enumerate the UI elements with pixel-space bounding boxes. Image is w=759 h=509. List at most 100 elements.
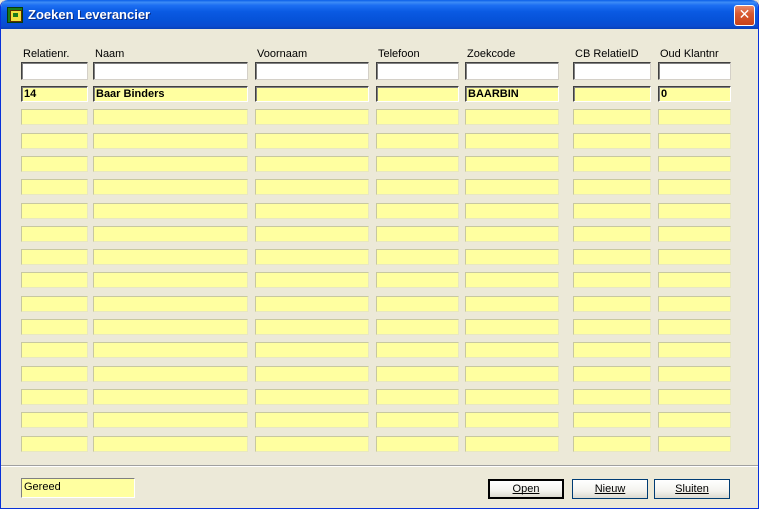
table-cell[interactable] <box>376 272 459 288</box>
close-button[interactable]: Sluiten <box>654 479 730 499</box>
table-cell[interactable] <box>93 366 248 382</box>
table-cell[interactable] <box>376 156 459 172</box>
table-cell[interactable] <box>255 179 369 195</box>
filter-input[interactable] <box>573 62 651 80</box>
table-cell[interactable] <box>573 156 651 172</box>
table-cell[interactable] <box>658 296 731 312</box>
table-cell[interactable] <box>255 133 369 149</box>
table-cell[interactable]: Baar Binders <box>93 86 248 102</box>
table-cell[interactable] <box>21 436 88 452</box>
table-cell[interactable] <box>465 203 559 219</box>
table-cell[interactable] <box>255 109 369 125</box>
table-cell[interactable] <box>255 86 369 102</box>
table-cell[interactable] <box>93 109 248 125</box>
table-cell[interactable] <box>573 342 651 358</box>
table-cell[interactable] <box>465 249 559 265</box>
table-cell[interactable] <box>573 133 651 149</box>
title-bar[interactable]: Zoeken Leverancier ✕ <box>1 0 758 29</box>
table-cell[interactable] <box>255 319 369 335</box>
table-cell[interactable] <box>658 226 731 242</box>
table-cell[interactable] <box>658 389 731 405</box>
table-cell[interactable] <box>658 156 731 172</box>
table-cell[interactable] <box>573 109 651 125</box>
close-icon[interactable]: ✕ <box>734 5 755 26</box>
table-cell[interactable]: BAARBIN <box>465 86 559 102</box>
table-cell[interactable] <box>573 366 651 382</box>
table-cell[interactable] <box>255 342 369 358</box>
table-cell[interactable] <box>658 319 731 335</box>
table-cell[interactable] <box>21 109 88 125</box>
table-cell[interactable] <box>376 226 459 242</box>
filter-input[interactable] <box>376 62 459 80</box>
table-cell[interactable] <box>465 156 559 172</box>
table-cell[interactable] <box>93 319 248 335</box>
table-cell[interactable] <box>255 296 369 312</box>
table-cell[interactable] <box>573 436 651 452</box>
filter-input[interactable] <box>658 62 731 80</box>
new-button[interactable]: Nieuw <box>572 479 648 499</box>
filter-input[interactable] <box>465 62 559 80</box>
table-cell[interactable] <box>21 366 88 382</box>
table-cell[interactable] <box>658 203 731 219</box>
table-cell[interactable] <box>573 389 651 405</box>
table-cell[interactable] <box>93 342 248 358</box>
table-cell[interactable] <box>573 249 651 265</box>
table-cell[interactable] <box>658 366 731 382</box>
table-cell[interactable] <box>93 156 248 172</box>
table-cell[interactable] <box>93 272 248 288</box>
table-cell[interactable] <box>658 249 731 265</box>
table-cell[interactable] <box>465 389 559 405</box>
table-cell[interactable] <box>93 133 248 149</box>
table-cell[interactable] <box>93 249 248 265</box>
table-cell[interactable] <box>255 412 369 428</box>
table-cell[interactable] <box>255 226 369 242</box>
table-cell[interactable] <box>93 389 248 405</box>
table-cell[interactable] <box>465 342 559 358</box>
table-cell[interactable] <box>93 226 248 242</box>
table-cell[interactable] <box>376 436 459 452</box>
table-cell[interactable] <box>21 203 88 219</box>
table-cell[interactable] <box>465 296 559 312</box>
table-cell[interactable] <box>376 249 459 265</box>
filter-input[interactable] <box>93 62 248 80</box>
table-cell[interactable] <box>658 179 731 195</box>
table-cell[interactable] <box>376 366 459 382</box>
table-cell[interactable] <box>465 319 559 335</box>
table-cell[interactable] <box>658 412 731 428</box>
table-cell[interactable] <box>573 296 651 312</box>
table-cell[interactable] <box>21 272 88 288</box>
table-cell[interactable] <box>255 272 369 288</box>
table-cell[interactable] <box>465 272 559 288</box>
filter-input[interactable] <box>21 62 88 80</box>
table-cell[interactable] <box>255 249 369 265</box>
table-cell[interactable] <box>93 179 248 195</box>
table-cell[interactable] <box>93 296 248 312</box>
table-cell[interactable] <box>93 203 248 219</box>
table-cell[interactable] <box>465 179 559 195</box>
table-cell[interactable] <box>376 203 459 219</box>
table-cell[interactable] <box>573 226 651 242</box>
table-cell[interactable] <box>376 389 459 405</box>
table-cell[interactable] <box>21 249 88 265</box>
table-cell[interactable] <box>21 226 88 242</box>
table-cell[interactable] <box>658 109 731 125</box>
table-cell[interactable] <box>658 272 731 288</box>
open-button[interactable]: Open <box>488 479 564 499</box>
table-cell[interactable] <box>93 412 248 428</box>
table-cell[interactable] <box>21 296 88 312</box>
table-cell[interactable] <box>376 109 459 125</box>
table-cell[interactable]: 0 <box>658 86 731 102</box>
table-cell[interactable] <box>21 319 88 335</box>
table-cell[interactable] <box>255 203 369 219</box>
filter-input[interactable] <box>255 62 369 80</box>
table-cell[interactable] <box>21 156 88 172</box>
table-cell[interactable] <box>21 133 88 149</box>
table-cell[interactable] <box>465 226 559 242</box>
table-cell[interactable] <box>376 319 459 335</box>
table-cell[interactable] <box>465 133 559 149</box>
table-cell[interactable] <box>255 389 369 405</box>
table-cell[interactable] <box>465 412 559 428</box>
table-cell[interactable] <box>658 436 731 452</box>
table-cell[interactable] <box>376 296 459 312</box>
table-cell[interactable] <box>376 86 459 102</box>
